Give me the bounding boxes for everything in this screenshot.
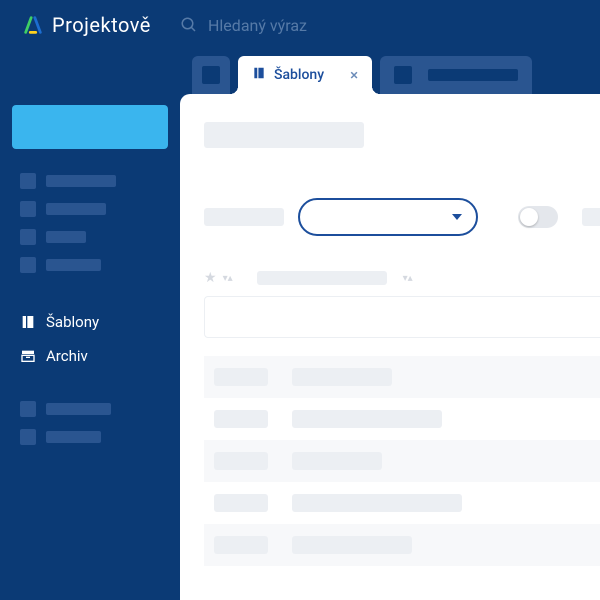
close-icon[interactable]: × bbox=[350, 66, 358, 84]
tab-placeholder[interactable] bbox=[380, 56, 532, 94]
nav-placeholder bbox=[0, 225, 180, 249]
sort-icon[interactable]: ▾▴ bbox=[223, 273, 233, 284]
table-row[interactable] bbox=[204, 482, 600, 524]
filter-select[interactable] bbox=[298, 198, 478, 236]
sidebar-item-archive[interactable]: Archiv bbox=[0, 339, 180, 373]
primary-action-button[interactable] bbox=[12, 105, 168, 149]
input-row[interactable] bbox=[204, 296, 600, 338]
page-title-placeholder bbox=[204, 122, 364, 148]
nav-placeholder bbox=[0, 425, 180, 449]
sidebar-item-templates[interactable]: Šablony bbox=[0, 305, 180, 339]
tab-strip: Šablony × bbox=[180, 50, 600, 94]
search-input[interactable]: Hledaný výraz bbox=[180, 0, 600, 50]
nav-placeholder bbox=[0, 169, 180, 193]
table-row[interactable] bbox=[204, 440, 600, 482]
search-placeholder: Hledaný výraz bbox=[208, 16, 307, 35]
tab-home[interactable] bbox=[192, 56, 230, 94]
sidebar-item-label: Archiv bbox=[46, 347, 88, 365]
nav-placeholder bbox=[0, 197, 180, 221]
column-header-placeholder[interactable] bbox=[257, 271, 387, 285]
view-toggle[interactable] bbox=[518, 206, 558, 228]
search-icon bbox=[180, 16, 198, 34]
app-name: Projektově bbox=[52, 13, 151, 37]
table-row[interactable] bbox=[204, 524, 600, 566]
toggle-label-placeholder bbox=[582, 208, 600, 226]
sort-icon[interactable]: ▾▴ bbox=[403, 273, 413, 284]
archive-icon bbox=[20, 348, 36, 364]
templates-icon bbox=[252, 66, 266, 84]
tab-label: Šablony bbox=[274, 67, 324, 83]
logo-mark-icon bbox=[22, 14, 44, 36]
tab-templates[interactable]: Šablony × bbox=[238, 56, 372, 94]
star-icon[interactable]: ★ bbox=[204, 270, 217, 286]
filter-label-placeholder bbox=[204, 208, 284, 226]
sidebar-item-label: Šablony bbox=[46, 313, 99, 331]
nav-placeholder bbox=[0, 397, 180, 421]
app-logo: Projektově bbox=[0, 0, 180, 50]
nav-placeholder bbox=[0, 253, 180, 277]
content-panel: ★ ▾▴ ▾▴ bbox=[180, 94, 600, 600]
list-header: ★ ▾▴ ▾▴ bbox=[204, 264, 600, 296]
templates-icon bbox=[20, 314, 36, 330]
chevron-down-icon bbox=[452, 214, 462, 220]
table-row[interactable] bbox=[204, 398, 600, 440]
table-row[interactable] bbox=[204, 356, 600, 398]
